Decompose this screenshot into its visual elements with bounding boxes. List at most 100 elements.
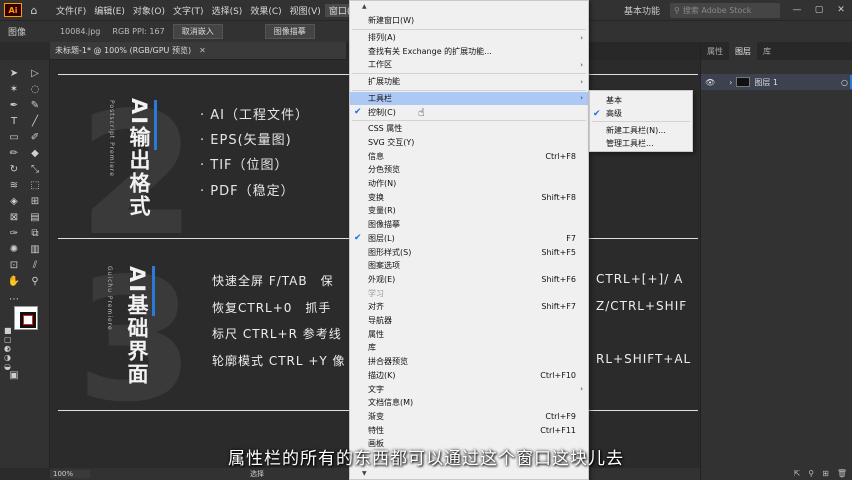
stock-search-input[interactable]: ⚲ 搜索 Adobe Stock — [670, 2, 780, 18]
visibility-eye-icon[interactable]: 👁 — [705, 78, 715, 87]
menu-item[interactable]: 变换 Shift+F8 — [350, 190, 588, 204]
scroll-down-icon[interactable]: ▼ — [350, 470, 588, 477]
menu-item[interactable]: 工作区 › — [350, 58, 588, 72]
menu-file[interactable]: 文件(F) — [52, 4, 90, 17]
menu-item[interactable]: 特性 Ctrl+F11 — [350, 423, 588, 437]
curvature-icon[interactable]: ✎ — [27, 98, 43, 112]
menu-item[interactable]: ✔ 图层(L) F7 — [350, 232, 588, 246]
new-layer-icon[interactable]: ⊞ — [822, 469, 829, 478]
menu-item[interactable]: 描边(K) Ctrl+F10 — [350, 369, 588, 383]
menu-item[interactable]: SVG 交互(Y) — [350, 136, 588, 150]
search-layer-icon[interactable]: ⚲ — [808, 469, 814, 478]
blend-tool-icon[interactable]: ⧉ — [27, 226, 43, 240]
menu-item[interactable]: 图像描摹 — [350, 218, 588, 232]
menu-view[interactable]: 视图(V) — [286, 4, 325, 17]
menu-item[interactable]: 库 — [350, 341, 588, 355]
menu-item[interactable]: 文字 › — [350, 382, 588, 396]
free-transform-icon[interactable]: ⬚ — [27, 178, 43, 192]
eyedropper-icon[interactable]: ✑ — [6, 226, 22, 240]
menu-item[interactable]: ✔ 控制(C) — [350, 105, 588, 119]
scroll-up-icon[interactable]: ▲ — [350, 3, 588, 10]
artboard-tool-icon[interactable]: ⊡ — [6, 258, 22, 272]
symbol-sprayer-icon[interactable]: ✺ — [6, 242, 22, 256]
rotate-tool-icon[interactable]: ↻ — [6, 162, 22, 176]
shape-builder-icon[interactable]: ◈ — [6, 194, 22, 208]
more-tools-icon[interactable]: ⋯ — [6, 292, 22, 306]
home-icon[interactable]: ⌂ — [26, 4, 42, 17]
menu-item[interactable]: 查找有关 Exchange 的扩展功能... — [350, 44, 588, 58]
menu-select[interactable]: 选择(S) — [208, 4, 247, 17]
layer-row[interactable]: 👁 › 图层 1 ○ — [701, 74, 852, 90]
draw-mode-icon[interactable]: ◐ ◑ ◒ — [4, 344, 20, 371]
lasso-icon[interactable]: ◌ — [27, 82, 43, 96]
submenu-item[interactable]: ✔ 高级 — [590, 107, 692, 120]
close-tab-icon[interactable]: ✕ — [199, 46, 206, 55]
perspective-grid-icon[interactable]: ⊞ — [27, 194, 43, 208]
menu-item[interactable]: 属性 — [350, 327, 588, 341]
submenu-item[interactable]: 管理工具栏... — [590, 137, 692, 150]
zoom-tool-icon[interactable]: ⚲ — [27, 274, 43, 288]
menu-item[interactable]: 扩展功能 › — [350, 75, 588, 89]
screen-mode-icon[interactable]: ▣ — [6, 368, 22, 382]
zoom-level[interactable]: 100% — [50, 470, 90, 478]
magic-wand-icon[interactable]: ✶ — [6, 82, 22, 96]
graph-tool-icon[interactable]: ▥ — [27, 242, 43, 256]
slice-tool-icon[interactable]: ⫽ — [27, 258, 43, 272]
warp-tool-icon[interactable]: ≋ — [6, 178, 22, 192]
accent-bar — [152, 266, 155, 316]
menu-item[interactable]: 拼合器预览 — [350, 355, 588, 369]
eraser-icon[interactable]: ◆ — [27, 146, 43, 160]
menu-item[interactable]: 排列(A) › — [350, 31, 588, 45]
menu-item[interactable]: 图案选项 — [350, 259, 588, 273]
shaper-tool-icon[interactable]: ✏ — [6, 146, 22, 160]
submenu-item-label: 基本 — [606, 96, 622, 105]
menu-item[interactable]: 文档信息(M) — [350, 396, 588, 410]
menu-item[interactable]: 变量(R) — [350, 204, 588, 218]
document-tab[interactable]: 未标题-1* @ 100% (RGB/GPU 预览) ✕ — [50, 42, 346, 60]
workspace-switcher[interactable]: 基本功能 — [624, 4, 660, 17]
direct-selection-icon[interactable]: ▷ — [27, 66, 43, 80]
pen-tool-icon[interactable]: ✒ — [6, 98, 22, 112]
menu-edit[interactable]: 编辑(E) — [90, 4, 129, 17]
export-icon[interactable]: ⇱ — [794, 469, 801, 478]
menu-item[interactable]: 分色预览 — [350, 163, 588, 177]
line-tool-icon[interactable]: ╱ — [27, 114, 43, 128]
menu-item[interactable]: 图形样式(S) Shift+F5 — [350, 245, 588, 259]
mesh-tool-icon[interactable]: ⊠ — [6, 210, 22, 224]
delete-icon[interactable]: 🗑 — [837, 469, 847, 478]
scale-tool-icon[interactable]: ⤡ — [27, 162, 43, 176]
rectangle-tool-icon[interactable]: ▭ — [6, 130, 22, 144]
minimize-icon[interactable]: — — [786, 5, 808, 15]
selection-tool-icon[interactable]: ➤ — [6, 66, 22, 80]
unembed-button[interactable]: 取消嵌入 — [172, 24, 223, 39]
hand-tool-icon[interactable]: ✋ — [6, 274, 22, 288]
menu-item[interactable]: CSS 属性 — [350, 122, 588, 136]
menu-item[interactable]: 工具栏 › — [350, 91, 588, 106]
menu-item[interactable]: 外观(E) Shift+F6 — [350, 273, 588, 287]
tab-layers[interactable]: 图层 — [729, 42, 757, 60]
layer-name[interactable]: 图层 1 — [754, 77, 778, 88]
menu-item[interactable]: 新建窗口(W) — [350, 14, 588, 28]
menu-object[interactable]: 对象(O) — [129, 4, 169, 17]
stroke-swatch[interactable] — [20, 312, 36, 328]
image-trace-button[interactable]: 图像描摹 — [264, 24, 315, 39]
expand-chevron-icon[interactable]: › — [729, 78, 732, 87]
maximize-icon[interactable]: ▢ — [808, 5, 830, 15]
submenu-item[interactable]: 新建工具栏(N)... — [590, 124, 692, 137]
tab-libraries[interactable]: 库 — [757, 42, 777, 60]
menu-item[interactable]: 对齐 Shift+F7 — [350, 300, 588, 314]
menu-item-label: 学习 — [368, 288, 384, 298]
menu-effect[interactable]: 效果(C) — [246, 4, 285, 17]
submenu-item[interactable]: 基本 — [590, 94, 692, 107]
type-tool-icon[interactable]: T — [6, 114, 22, 128]
tab-properties[interactable]: 属性 — [701, 42, 729, 60]
menu-item[interactable]: 导航器 — [350, 314, 588, 328]
paintbrush-icon[interactable]: ✐ — [27, 130, 43, 144]
close-icon[interactable]: ✕ — [830, 5, 852, 15]
target-circle-icon[interactable]: ○ — [841, 78, 848, 87]
menu-item[interactable]: 动作(N) — [350, 177, 588, 191]
menu-type[interactable]: 文字(T) — [169, 4, 208, 17]
gradient-tool-icon[interactable]: ▤ — [27, 210, 43, 224]
menu-item[interactable]: 渐变 Ctrl+F9 — [350, 410, 588, 424]
menu-item[interactable]: 信息 Ctrl+F8 — [350, 149, 588, 163]
